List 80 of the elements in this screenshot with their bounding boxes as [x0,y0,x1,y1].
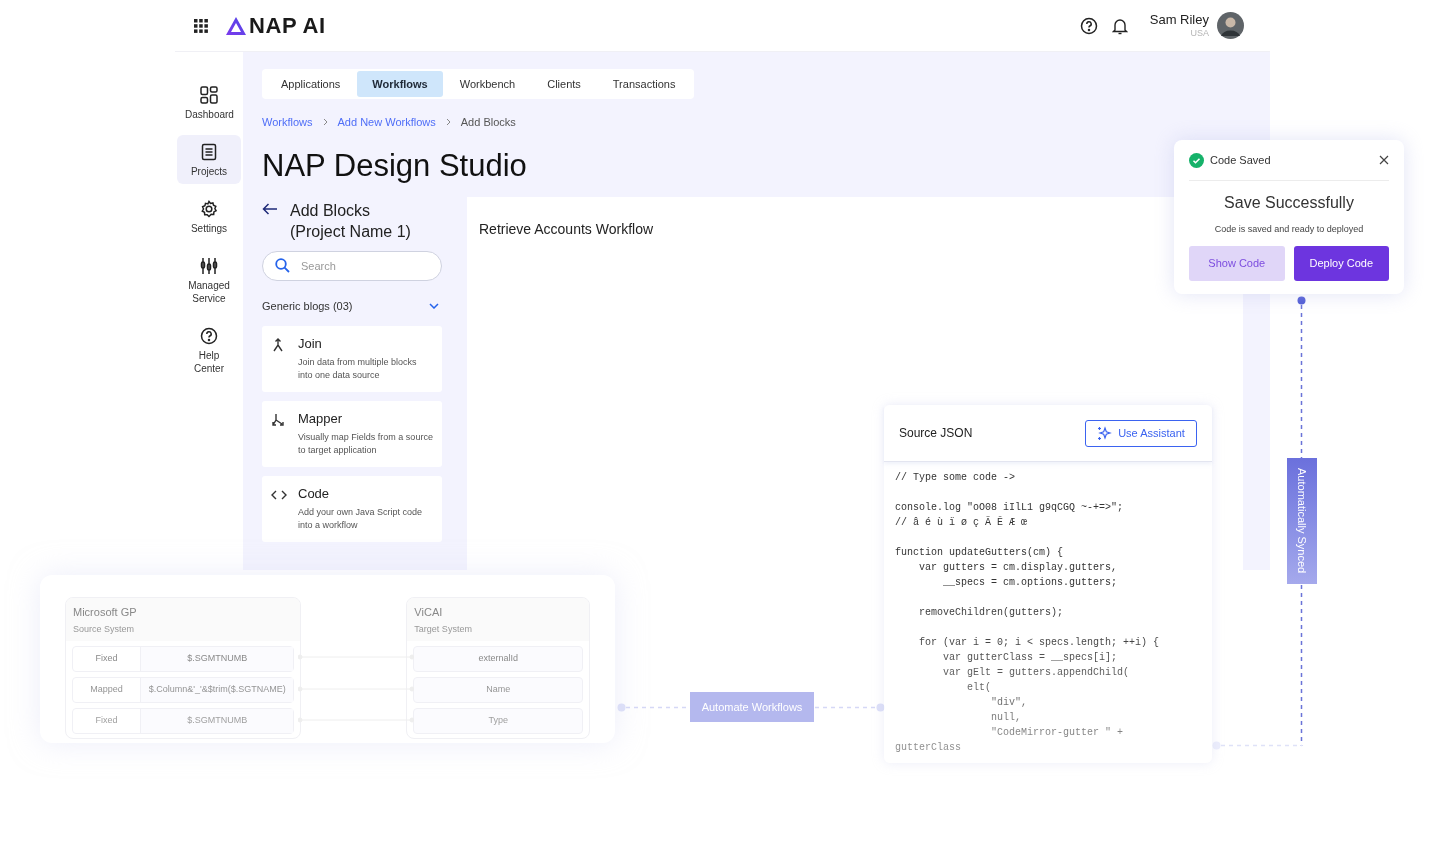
deploy-code-button[interactable]: Deploy Code [1293,245,1389,281]
canvas-title: Retrieve Accounts Workflow [479,221,654,237]
code-line: gutterClass [895,741,962,755]
code-line: var gutterClass = __specs[i]; [942,651,1119,665]
code-line: console.log "oO08 iIlL1 g9qCGQ ~-+=>"; [895,501,1125,515]
block-card[interactable]: Join Join data from multiple blocks into one data source [262,325,442,392]
tab[interactable]: Workflows [357,71,443,97]
page-title: NAP Design Studio [262,147,527,185]
block-title: Mapper [298,409,344,427]
tab[interactable]: Transactions [597,71,691,97]
sliders-icon [199,256,219,276]
block-description: Join data from multiple blocks into one data source [298,355,418,382]
sparkle-icon [1097,425,1113,441]
code-line: __specs = cm.options.gutters; [942,576,1119,590]
show-code-button[interactable]: Show Code [1189,245,1285,281]
chevron-right-icon [322,118,328,126]
code-line: var gutters = cm.display.gutters, [918,561,1119,575]
group-label: Generic blogs (03) [262,299,353,314]
code-line: // Type some code -> [895,471,1017,485]
breadcrumb-current: Add Blocks [460,114,516,130]
help-icon[interactable] [1079,16,1098,35]
system-name: Microsoft GP [73,605,138,620]
mapping-target-field: externalId [413,646,583,672]
breadcrumb-link[interactable]: Workflows [262,113,313,131]
code-line: // â é ù ï ø ç Ã Ē Æ œ [895,515,1029,530]
automatically-synced-label: Automatically Synced [1287,458,1317,584]
panel-title: Add Blocks (Project Name 1) [290,201,412,242]
tab[interactable]: Workbench [444,71,531,97]
code-line: function updateGutters(cm) { [895,546,1065,560]
split-arrow-icon [271,411,287,428]
document-icon [199,142,219,162]
tab[interactable]: Applications [266,71,356,97]
logo-triangle-icon [226,16,246,35]
code-line: removeChildren(gutters); [918,606,1065,620]
system-name: ViCAI [414,605,444,620]
block-description: Visually map Fields from a source to target application [298,430,433,457]
system-subtitle: Target System [414,622,473,636]
search-icon [275,258,290,273]
sidebar-item[interactable]: Projects [177,135,241,184]
block-description: Add your own Java Script code into a workflow [298,505,424,532]
block-title: Code [298,484,331,502]
back-arrow-icon[interactable] [262,203,278,215]
chevron-right-icon [445,118,451,126]
sidebar-item[interactable]: Dashboard [177,78,241,127]
tab[interactable]: Clients [532,71,596,97]
close-icon[interactable] [1379,155,1389,165]
sidebar-item[interactable]: Settings [177,192,241,241]
automate-workflows-label: Automate Workflows [690,692,814,722]
logo-text: NAP AI [249,12,326,40]
code-line: null, [990,711,1023,725]
toast-status: Code Saved [1210,152,1272,168]
dashboard-icon [199,85,219,105]
user-name: Sam Riley [1149,12,1209,28]
sidebar-item[interactable]: Help Center [177,319,241,381]
card-title: Source JSON [899,425,973,442]
breadcrumb-link[interactable]: Add New Workflows [337,113,436,131]
code-line: elt( [966,681,992,695]
search-field[interactable]: Search [262,251,442,281]
user-country: USA [1190,28,1209,39]
code-line: "CodeMirror-gutter " + [990,726,1125,740]
sidebar-item[interactable]: Managed Service [177,249,241,311]
code-line: for (var i = 0; i < specs.length; ++i) { [918,636,1161,650]
code-line: "div", [990,696,1029,710]
code-line: var gElt = gutters.appendChild( [942,666,1131,680]
notification-bell-icon[interactable] [1111,16,1128,35]
block-card[interactable]: Mapper Visually map Fields from a source to target application [262,400,442,467]
mapping-target-field: Name [413,677,583,703]
toast-message: Code is saved and ready to deployed [1213,223,1365,236]
block-card[interactable]: Code Add your own Java Script code into a workflow [262,475,442,542]
success-check-icon [1189,152,1204,168]
toast-heading: Save Successfully [1223,193,1355,213]
use-assistant-button[interactable]: Use Assistant [1085,419,1197,447]
avatar-icon[interactable] [1217,12,1244,39]
mapping-target-field: Type [413,708,583,734]
system-subtitle: Source System [73,622,136,636]
help-icon [199,326,219,346]
settings-icon [199,199,219,219]
block-title: Join [298,334,323,352]
chevron-down-icon[interactable] [429,303,439,310]
apps-grid-icon[interactable] [194,18,208,33]
